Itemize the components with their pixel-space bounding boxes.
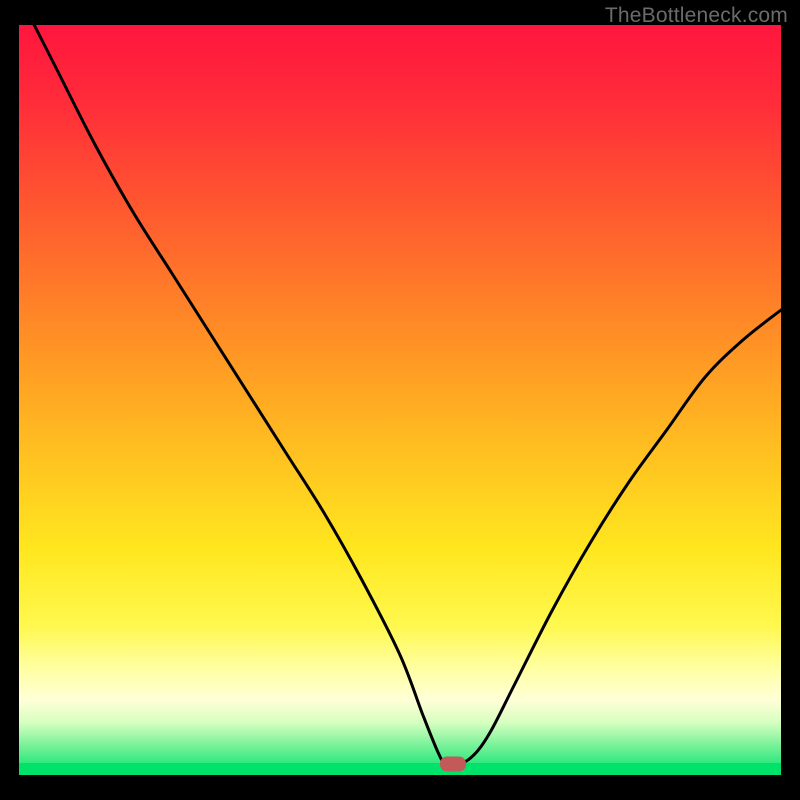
chart-container: TheBottleneck.com — [0, 0, 800, 800]
optimum-marker — [440, 756, 466, 771]
bottleneck-curve — [19, 25, 781, 775]
watermark-label: TheBottleneck.com — [605, 4, 788, 28]
plot-area — [19, 25, 781, 775]
